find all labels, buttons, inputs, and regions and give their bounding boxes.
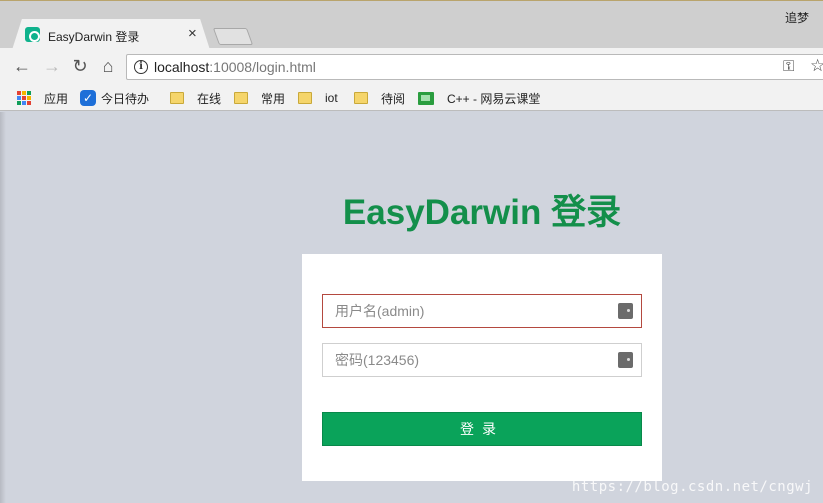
bookmark-label: 今日待办 — [101, 91, 150, 106]
url-text[interactable]: localhost:10008/login.html — [154, 59, 316, 75]
tab-strip: EasyDarwin 登录 × 追梦 — [0, 0, 823, 50]
browser-toolbar: ← → ↻ ⌂ i localhost:10008/login.html ⚿ ☆ — [0, 48, 823, 85]
folder-icon — [298, 92, 312, 104]
netease-course-icon — [418, 91, 434, 105]
bookmark-label: C++ - 网易云课堂 — [447, 91, 541, 106]
login-button[interactable]: 登录 — [322, 412, 642, 446]
apps-icon — [17, 91, 31, 105]
bookmark-common[interactable]: 常用 — [234, 89, 285, 107]
bookmark-netease-cpp[interactable]: C++ - 网易云课堂 — [418, 89, 540, 107]
bookmark-label: 在线 — [197, 91, 222, 106]
username-input[interactable] — [323, 295, 613, 327]
folder-icon — [170, 92, 184, 104]
bookmarks-bar: 应用 ✓ 今日待办 在线 常用 iot 待阅 C++ - 网易云课堂 — [0, 85, 823, 111]
bookmark-todo[interactable]: ✓ 今日待办 — [80, 89, 149, 107]
login-card: 登录 — [302, 254, 662, 481]
page-edge-shadow — [0, 112, 6, 503]
address-bar[interactable]: i localhost:10008/login.html ⚿ ☆ — [126, 54, 823, 80]
bookmark-apps[interactable]: 应用 — [17, 89, 68, 107]
key-icon[interactable]: ⚿ — [783, 58, 794, 75]
check-icon: ✓ — [80, 90, 96, 106]
home-icon[interactable]: ⌂ — [97, 55, 119, 77]
profile-name[interactable]: 追梦 — [785, 9, 809, 26]
folder-icon — [234, 92, 248, 104]
login-title: EasyDarwin 登录 — [342, 193, 622, 232]
tab-close-icon[interactable]: × — [188, 25, 197, 43]
reload-icon[interactable]: ↻ — [69, 55, 91, 77]
bookmark-online[interactable]: 在线 — [170, 89, 221, 107]
back-icon[interactable]: ← — [11, 55, 33, 77]
bookmark-star-icon[interactable]: ☆ — [810, 56, 823, 76]
bookmark-label: 待阅 — [381, 91, 406, 106]
password-input[interactable] — [323, 344, 613, 376]
password-field[interactable] — [322, 343, 642, 377]
watermark: https://blog.csdn.net/cngwj — [571, 479, 813, 495]
bookmark-label: 常用 — [261, 91, 286, 106]
easydarwin-favicon-icon — [25, 27, 40, 42]
username-field[interactable] — [322, 294, 642, 328]
new-tab-button[interactable] — [212, 28, 254, 45]
url-host: localhost — [154, 59, 210, 75]
lock-icon — [618, 352, 633, 368]
forward-icon[interactable]: → — [41, 55, 63, 77]
user-card-icon — [618, 303, 633, 319]
bookmark-iot[interactable]: iot — [298, 89, 338, 107]
url-path: :10008/login.html — [209, 59, 316, 75]
bookmark-label: iot — [325, 91, 338, 105]
bookmark-label: 应用 — [44, 91, 69, 106]
site-info-icon[interactable]: i — [134, 60, 148, 74]
folder-icon — [354, 92, 368, 104]
tab-title[interactable]: EasyDarwin 登录 — [48, 28, 139, 45]
bookmark-toread[interactable]: 待阅 — [354, 89, 405, 107]
